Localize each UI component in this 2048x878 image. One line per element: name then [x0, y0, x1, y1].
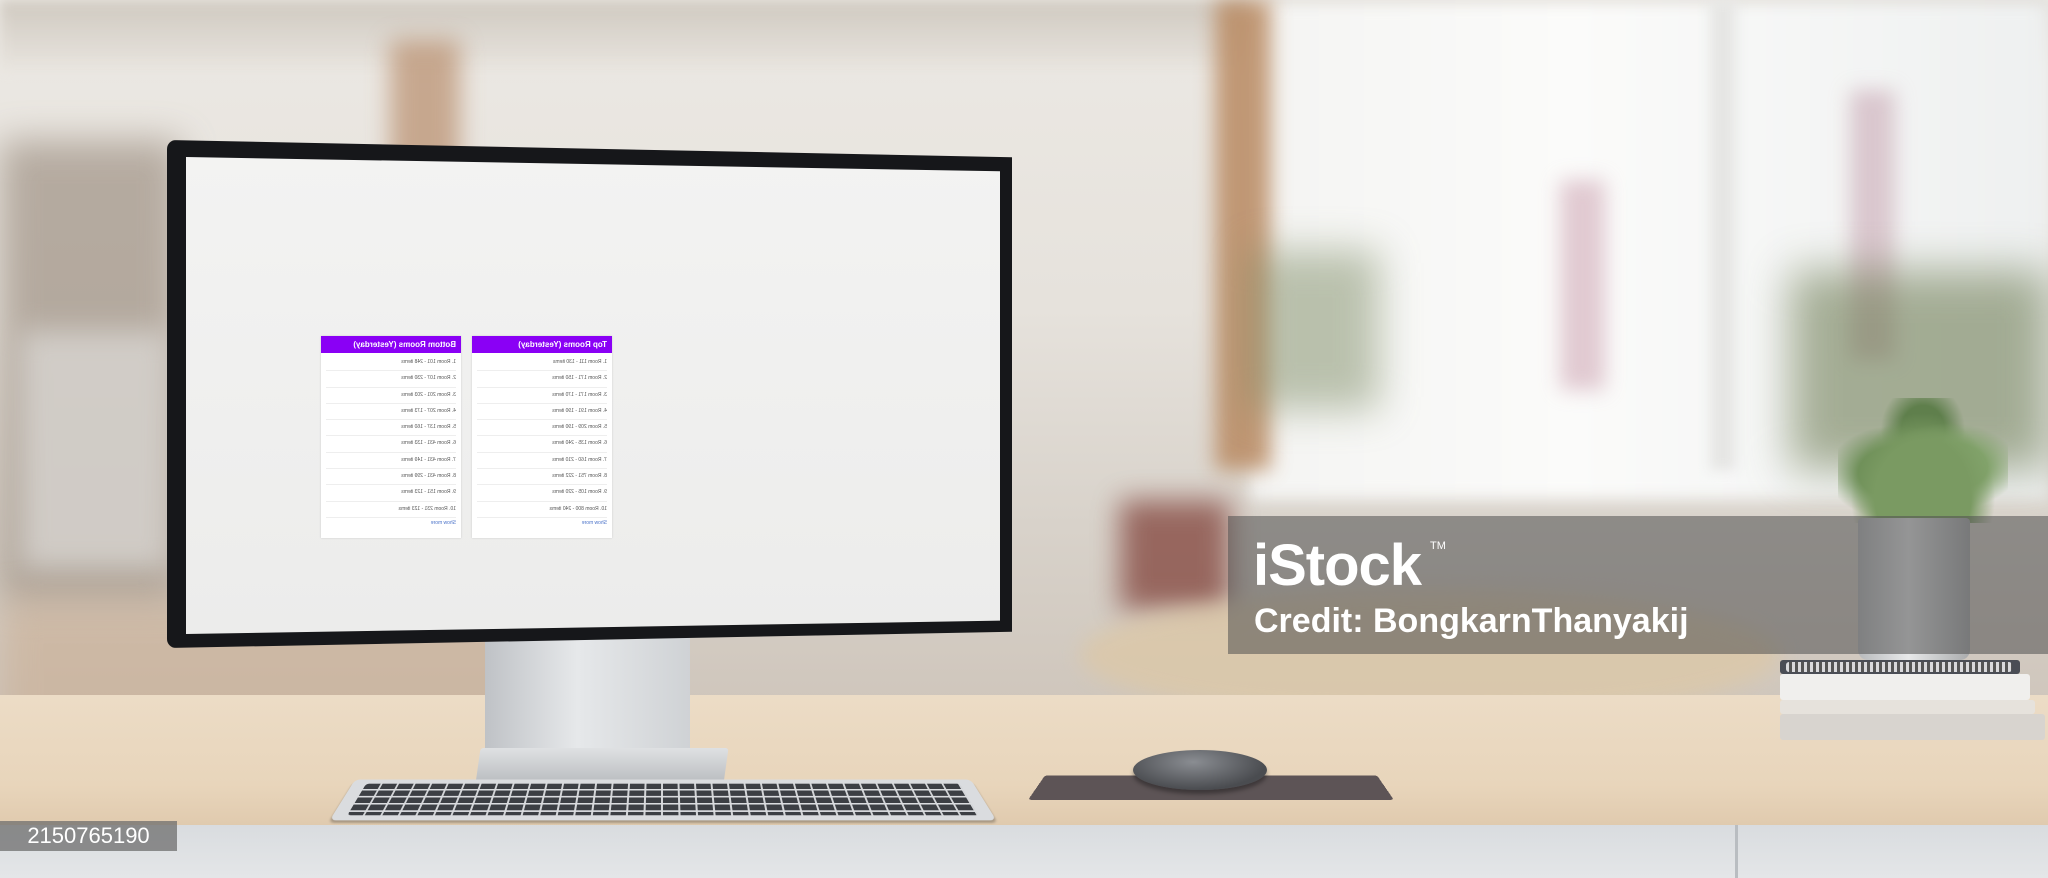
list-item: 7. Room 431 - 149 items	[326, 452, 456, 470]
list-item: 2. Room 107 - 230 items	[326, 371, 456, 388]
keyboard	[329, 779, 997, 821]
list-item: 4. Room 191 - 190 items	[477, 403, 607, 421]
watermark-logo: iStock	[1253, 533, 1422, 598]
panel-title: Top Rooms (Yesterday)	[472, 336, 612, 353]
list-item: 3. Room 171 - 170 items	[477, 387, 607, 404]
list-item: 1. Room 111 - 130 items	[477, 355, 607, 372]
list-item: 6. Room 135 - 240 items	[477, 436, 607, 453]
list-item: 9. Room 151 - 123 items	[326, 485, 456, 502]
stock-id-label: 2150765190	[0, 821, 177, 851]
list-item: 4. Room 207 - 173 items	[326, 403, 456, 421]
list-item: 3. Room 201 - 203 items	[326, 387, 456, 404]
list-item: 5. Room 137 - 160 items	[326, 420, 456, 437]
list-item: 9. Room 105 - 220 items	[477, 485, 607, 502]
list-item: 8. Room 751 - 222 items	[477, 469, 607, 486]
room-list: 1. Room 101 - 248 items 2. Room 107 - 23…	[321, 353, 461, 518]
notebook	[1780, 700, 2035, 714]
list-item: 2. Room 171 - 150 items	[477, 371, 607, 388]
show-more-link[interactable]: Show more	[472, 518, 612, 528]
photo-credit: Credit: BongkarnThanyakij	[1254, 602, 1689, 640]
plant-leaves	[1838, 398, 2008, 523]
trademark-mark: TM	[1430, 540, 1446, 552]
top-rooms-panel: Top Rooms (Yesterday) 1. Room 111 - 130 …	[472, 336, 612, 538]
list-item: 5. Room 209 - 190 items	[477, 420, 607, 437]
monitor-stand	[485, 630, 690, 755]
drawer-divider	[1735, 825, 1738, 878]
notebook-spiral	[1786, 662, 2012, 672]
list-item: 6. Room 431 - 133 items	[326, 436, 456, 453]
mouse	[1133, 750, 1267, 790]
desk-surface	[0, 695, 2048, 845]
list-item: 8. Room 431 - 299 items	[326, 469, 456, 486]
desk-drawers	[0, 825, 2048, 878]
list-item: 7. Room 160 - 210 items	[477, 452, 607, 470]
notebook	[1780, 714, 2045, 740]
list-item: 10. Room 231 - 123 items	[326, 501, 456, 518]
bottom-rooms-panel: Bottom Rooms (Yesterday) 1. Room 101 - 2…	[321, 336, 461, 538]
notebook	[1780, 674, 2030, 700]
list-item: 1. Room 101 - 248 items	[326, 355, 456, 372]
list-item: 10. Room 800 - 240 items	[477, 501, 607, 518]
room-list: 1. Room 111 - 130 items 2. Room 171 - 15…	[472, 353, 612, 518]
show-more-link[interactable]: Show more	[321, 518, 461, 528]
panel-title: Bottom Rooms (Yesterday)	[321, 336, 461, 353]
